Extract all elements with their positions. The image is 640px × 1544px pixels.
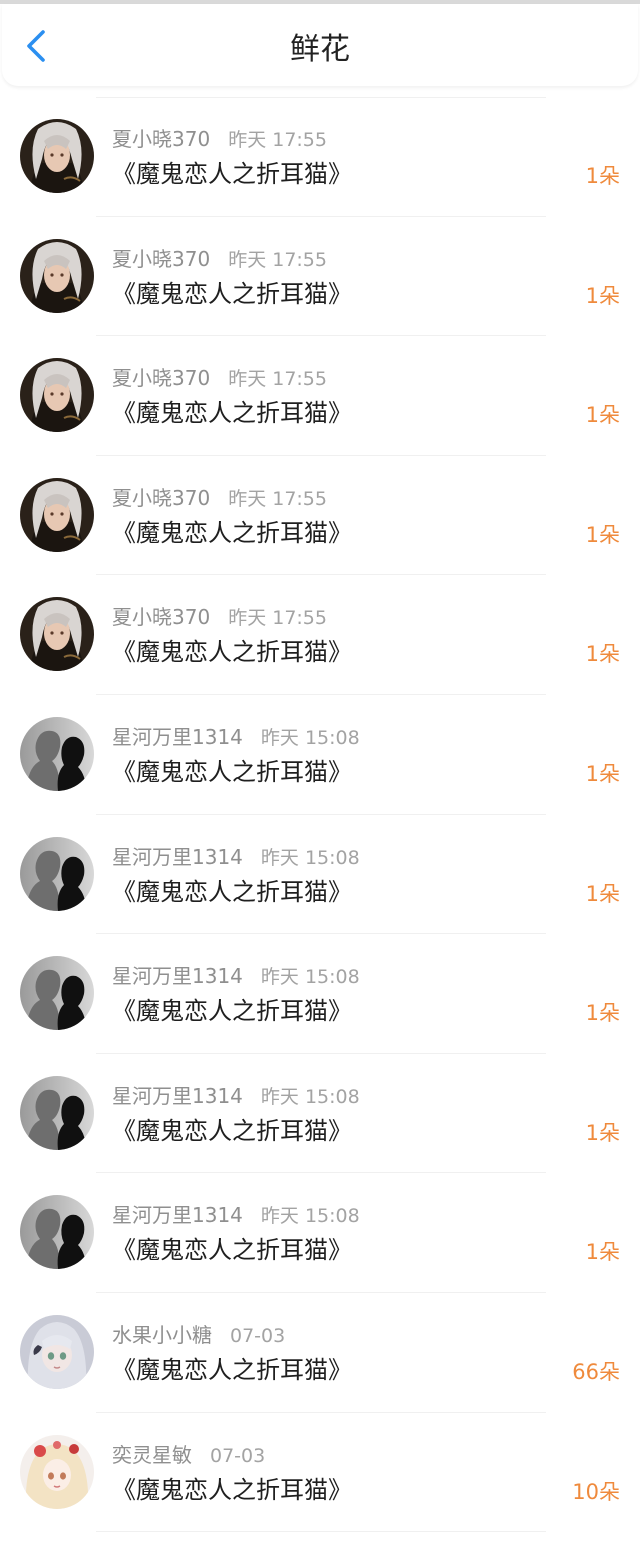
nav-header: 鲜花	[2, 4, 638, 86]
book-title[interactable]: 《魔鬼恋人之折耳猫》	[112, 755, 352, 789]
timestamp: 昨天 15:08	[260, 726, 360, 749]
username[interactable]: 夏小晓370	[112, 127, 210, 151]
flower-count: 1朵	[585, 881, 620, 906]
silhouette-avatar[interactable]	[20, 1195, 94, 1270]
flower-count: 1朵	[585, 642, 620, 667]
flower-count: 1朵	[585, 522, 620, 547]
silver-hair-avatar[interactable]	[20, 597, 94, 672]
silver-hair-avatar[interactable]	[20, 119, 94, 193]
item-meta: 星河万里1314 昨天 15:08	[112, 843, 360, 872]
list-item[interactable]: 水果小小糖 07-03 《魔鬼恋人之折耳猫》 66朵	[0, 1293, 640, 1413]
flower-count: 1朵	[585, 1120, 620, 1145]
silhouette-avatar[interactable]	[20, 956, 94, 1031]
flower-list: 夏小晓370 昨天 17:55 《魔鬼恋人之折耳猫》 1朵 夏小晓370 昨天 17:55…	[0, 97, 640, 1533]
item-meta: 星河万里1314 昨天 15:08	[112, 1082, 360, 1111]
list-item[interactable]: 奕灵星敏 07-03 《魔鬼恋人之折耳猫》 10朵	[0, 1413, 640, 1533]
flower-count: 10朵	[572, 1479, 620, 1504]
item-meta: 夏小晓370 昨天 17:55	[112, 484, 327, 513]
anime-girl-avatar[interactable]	[20, 1314, 94, 1389]
book-title[interactable]: 《魔鬼恋人之折耳猫》	[112, 157, 352, 191]
silver-hair-avatar[interactable]	[20, 477, 94, 552]
username[interactable]: 星河万里1314	[112, 964, 243, 988]
timestamp: 昨天 17:55	[228, 368, 327, 391]
list-item[interactable]: 星河万里1314 昨天 15:08 《魔鬼恋人之折耳猫》 1朵	[0, 934, 640, 1054]
list-item[interactable]: 夏小晓370 昨天 17:55 《魔鬼恋人之折耳猫》 1朵	[0, 336, 640, 456]
timestamp: 昨天 15:08	[260, 1085, 360, 1108]
book-title[interactable]: 《魔鬼恋人之折耳猫》	[112, 1353, 352, 1387]
flower-count: 1朵	[585, 283, 620, 308]
page-title: 鲜花	[290, 32, 350, 67]
list-divider	[96, 1531, 546, 1533]
silhouette-avatar[interactable]	[20, 836, 94, 911]
username[interactable]: 星河万里1314	[112, 725, 243, 749]
username[interactable]: 夏小晓370	[112, 247, 210, 271]
book-title[interactable]: 《魔鬼恋人之折耳猫》	[112, 1473, 352, 1507]
timestamp: 昨天 17:55	[228, 129, 327, 151]
timestamp: 昨天 15:08	[260, 966, 360, 989]
flower-count: 1朵	[585, 164, 620, 188]
username[interactable]: 奕灵星敏	[112, 1443, 192, 1467]
item-meta: 奕灵星敏 07-03	[112, 1441, 265, 1470]
list-item[interactable]: 星河万里1314 昨天 15:08 《魔鬼恋人之折耳猫》 1朵	[0, 815, 640, 935]
blonde-girl-avatar[interactable]	[20, 1434, 94, 1509]
book-title[interactable]: 《魔鬼恋人之折耳猫》	[112, 875, 352, 909]
book-title[interactable]: 《魔鬼恋人之折耳猫》	[112, 1233, 352, 1267]
username[interactable]: 水果小小糖	[112, 1323, 212, 1347]
item-meta: 星河万里1314 昨天 15:08	[112, 1201, 360, 1230]
item-meta: 星河万里1314 昨天 15:08	[112, 962, 360, 991]
timestamp: 昨天 17:55	[228, 248, 327, 271]
list-item[interactable]: 夏小晓370 昨天 17:55 《魔鬼恋人之折耳猫》 1朵	[0, 97, 640, 217]
item-meta: 夏小晓370 昨天 17:55	[112, 245, 327, 274]
timestamp: 昨天 17:55	[228, 607, 327, 630]
book-title[interactable]: 《魔鬼恋人之折耳猫》	[112, 516, 352, 550]
item-meta: 夏小晓370 昨天 17:55	[112, 125, 327, 154]
username[interactable]: 星河万里1314	[112, 845, 243, 869]
book-title[interactable]: 《魔鬼恋人之折耳猫》	[112, 635, 352, 669]
flower-count: 1朵	[585, 1240, 620, 1265]
book-title[interactable]: 《魔鬼恋人之折耳猫》	[112, 396, 352, 430]
username[interactable]: 星河万里1314	[112, 1203, 243, 1227]
list-item[interactable]: 星河万里1314 昨天 15:08 《魔鬼恋人之折耳猫》 1朵	[0, 1054, 640, 1174]
list-item[interactable]: 夏小晓370 昨天 17:55 《魔鬼恋人之折耳猫》 1朵	[0, 575, 640, 695]
silver-hair-avatar[interactable]	[20, 238, 94, 313]
flower-count: 1朵	[585, 1001, 620, 1026]
item-meta: 星河万里1314 昨天 15:08	[112, 723, 360, 752]
flower-count: 1朵	[585, 761, 620, 786]
list-item[interactable]: 星河万里1314 昨天 15:08 《魔鬼恋人之折耳猫》 1朵	[0, 1173, 640, 1293]
item-meta: 夏小晓370 昨天 17:55	[112, 603, 327, 632]
silver-hair-avatar[interactable]	[20, 358, 94, 433]
username[interactable]: 夏小晓370	[112, 366, 210, 390]
book-title[interactable]: 《魔鬼恋人之折耳猫》	[112, 1114, 352, 1148]
list-item[interactable]: 夏小晓370 昨天 17:55 《魔鬼恋人之折耳猫》 1朵	[0, 217, 640, 337]
timestamp: 07-03	[210, 1444, 266, 1467]
timestamp: 07-03	[230, 1324, 286, 1347]
silhouette-avatar[interactable]	[20, 1075, 94, 1150]
flower-count: 66朵	[572, 1359, 620, 1384]
item-meta: 夏小晓370 昨天 17:55	[112, 364, 327, 393]
list-item[interactable]: 夏小晓370 昨天 17:55 《魔鬼恋人之折耳猫》 1朵	[0, 456, 640, 576]
username[interactable]: 星河万里1314	[112, 1084, 243, 1108]
silhouette-avatar[interactable]	[20, 716, 94, 791]
timestamp: 昨天 15:08	[260, 1205, 360, 1228]
book-title[interactable]: 《魔鬼恋人之折耳猫》	[112, 277, 352, 311]
username[interactable]: 夏小晓370	[112, 605, 210, 629]
list-item[interactable]: 星河万里1314 昨天 15:08 《魔鬼恋人之折耳猫》 1朵	[0, 695, 640, 815]
book-title[interactable]: 《魔鬼恋人之折耳猫》	[112, 994, 352, 1028]
username[interactable]: 夏小晓370	[112, 486, 210, 510]
timestamp: 昨天 17:55	[228, 487, 327, 510]
item-meta: 水果小小糖 07-03	[112, 1321, 285, 1350]
flower-count: 1朵	[585, 403, 620, 428]
timestamp: 昨天 15:08	[260, 846, 360, 869]
